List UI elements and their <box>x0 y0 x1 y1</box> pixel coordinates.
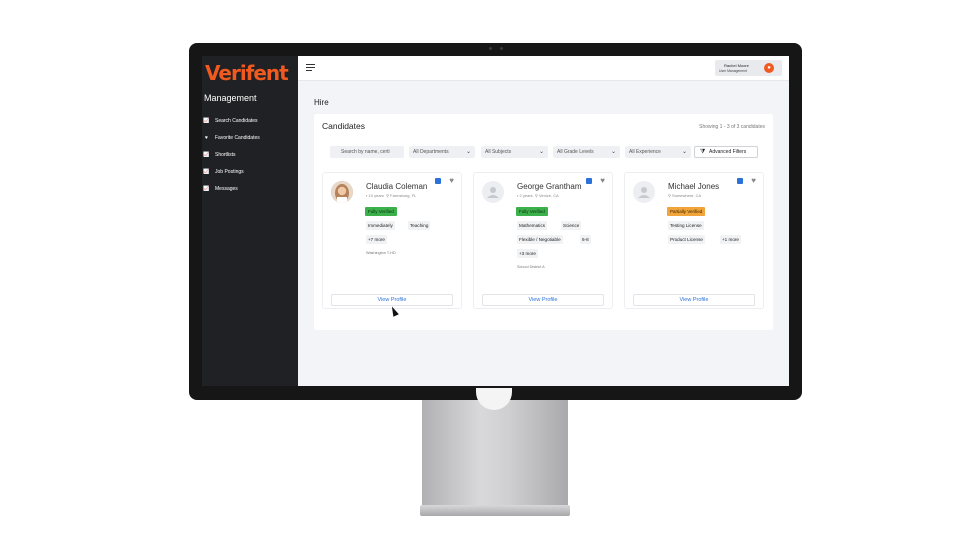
notes-icon[interactable] <box>737 178 743 184</box>
heart-icon[interactable]: ♥ <box>600 176 605 185</box>
chart-icon: 📈 <box>203 117 210 124</box>
avatar <box>331 181 353 203</box>
candidate-location: Venice, CA <box>538 193 559 198</box>
app-screen: Verifent Management 📈 Search Candidates … <box>202 56 789 386</box>
sidebar-item-label: Favorite Candidates <box>215 134 260 141</box>
sidebar-item-label: Messages <box>215 185 238 192</box>
user-role: User Management <box>719 69 747 73</box>
experience-value: All Experience <box>629 149 661 155</box>
page-title: Hire <box>314 98 329 107</box>
candidate-name: George Grantham <box>517 182 582 191</box>
tag: Product License <box>668 235 705 244</box>
candidate-name: Michael Jones <box>668 182 720 191</box>
status-badge: Fully Verified <box>365 207 397 216</box>
tag: Immediately <box>366 221 395 230</box>
camera <box>489 47 503 50</box>
view-profile-button[interactable]: View Profile <box>482 294 604 306</box>
avatar <box>633 181 655 203</box>
tag: 6-8 <box>580 235 591 244</box>
chart-icon: 📈 <box>203 151 210 158</box>
departments-select[interactable]: All Departments ⌄ <box>409 146 475 158</box>
sidebar: Verifent Management 📈 Search Candidates … <box>202 56 298 386</box>
user-name: Rachel Moore <box>724 63 749 68</box>
candidate-card: George Grantham ▪ 2 years ⚲ Venice, CA ♥… <box>473 172 613 309</box>
sidebar-item-search-candidates[interactable]: 📈 Search Candidates <box>203 112 296 129</box>
grade-levels-select[interactable]: All Grade Levels ⌄ <box>553 146 620 158</box>
sidebar-heading: Management <box>204 93 257 103</box>
sidebar-item-favorite-candidates[interactable]: ♥ Favorite Candidates <box>204 129 296 146</box>
user-menu[interactable]: Rachel Moore User Management ● <box>715 60 782 76</box>
candidate-meta: ▪ 2 years ⚲ Venice, CA <box>517 193 559 198</box>
district: Washington T-HD <box>366 251 396 255</box>
sidebar-item-label: Job Postings <box>215 168 244 175</box>
subjects-value: All Subjects <box>485 149 512 155</box>
notes-icon[interactable] <box>586 178 592 184</box>
advanced-filters-button[interactable]: ⧩ Advanced Filters <box>694 146 758 158</box>
candidate-location: Farmsburg, FL <box>390 193 417 198</box>
panel-title: Candidates <box>322 121 366 131</box>
candidate-name: Claudia Coleman <box>366 182 428 191</box>
status-badge: Fully Verified <box>516 207 548 216</box>
tag: Mathematics <box>517 221 548 230</box>
candidate-location: Somewhere, CA <box>672 193 702 198</box>
filter-icon: ⧩ <box>700 149 706 155</box>
candidate-card: Michael Jones ⚲ Somewhere, CA ♥ Partiall… <box>624 172 764 309</box>
candidates-panel: Candidates Showing 1 - 3 of 3 candidates… <box>314 114 773 330</box>
advanced-filters-label: Advanced Filters <box>709 149 747 155</box>
status-badge: Partially Verified <box>667 207 706 216</box>
tag: Flexible / Negotiable <box>517 235 563 244</box>
heart-icon[interactable]: ♥ <box>449 176 454 185</box>
tag-more[interactable]: +1 more <box>720 235 741 244</box>
heart-icon: ♥ <box>205 134 208 141</box>
sidebar-item-label: Search Candidates <box>215 117 258 124</box>
sidebar-item-label: Shortlists <box>215 151 236 158</box>
view-profile-button[interactable]: View Profile <box>331 294 453 306</box>
menu-icon[interactable] <box>306 64 315 71</box>
sidebar-item-shortlists[interactable]: 📈 Shortlists <box>203 146 296 163</box>
topbar: Rachel Moore User Management ● <box>298 56 789 81</box>
view-profile-button[interactable]: View Profile <box>633 294 755 306</box>
tag: Testing License <box>668 221 704 230</box>
chevron-down-icon: ⌄ <box>538 149 544 155</box>
heart-icon[interactable]: ♥ <box>751 176 756 185</box>
tag: Science <box>561 221 582 230</box>
district: School District A <box>517 265 545 269</box>
candidate-meta: ⚲ Somewhere, CA <box>668 193 702 198</box>
results-count: Showing 1 - 3 of 3 candidates <box>699 124 765 130</box>
departments-value: All Departments <box>413 149 449 155</box>
user-avatar-icon: ● <box>764 63 774 73</box>
candidate-card: Claudia Coleman ▪ 10 years ⚲ Farmsburg, … <box>322 172 462 309</box>
notes-icon[interactable] <box>435 178 441 184</box>
candidate-years: 10 years <box>368 193 384 198</box>
tag: Teaching <box>408 221 431 230</box>
avatar <box>482 181 504 203</box>
monitor-foot <box>420 505 570 516</box>
chart-icon: 📈 <box>203 168 210 175</box>
search-input[interactable]: Search by name, certi <box>330 146 404 158</box>
subjects-select[interactable]: All Subjects ⌄ <box>481 146 548 158</box>
search-placeholder: Search by name, certi <box>341 149 390 155</box>
monitor-frame: Verifent Management 📈 Search Candidates … <box>189 43 802 400</box>
sidebar-item-messages[interactable]: 📈 Messages <box>203 180 296 197</box>
candidate-meta: ▪ 10 years ⚲ Farmsburg, FL <box>366 193 417 198</box>
grade-levels-value: All Grade Levels <box>557 149 594 155</box>
sidebar-nav: 📈 Search Candidates ♥ Favorite Candidate… <box>203 112 296 197</box>
logo: Verifent <box>205 61 289 85</box>
tag-more[interactable]: +7 more <box>366 235 387 244</box>
sidebar-item-job-postings[interactable]: 📈 Job Postings <box>203 163 296 180</box>
tag-more[interactable]: +3 more <box>517 249 538 258</box>
experience-select[interactable]: All Experience ⌄ <box>625 146 691 158</box>
chevron-down-icon: ⌄ <box>465 149 471 155</box>
chevron-down-icon: ⌄ <box>681 149 687 155</box>
monitor-stand <box>422 400 568 506</box>
chevron-down-icon: ⌄ <box>610 149 616 155</box>
candidate-years: 2 years <box>519 193 533 198</box>
chart-icon: 📈 <box>203 185 210 192</box>
